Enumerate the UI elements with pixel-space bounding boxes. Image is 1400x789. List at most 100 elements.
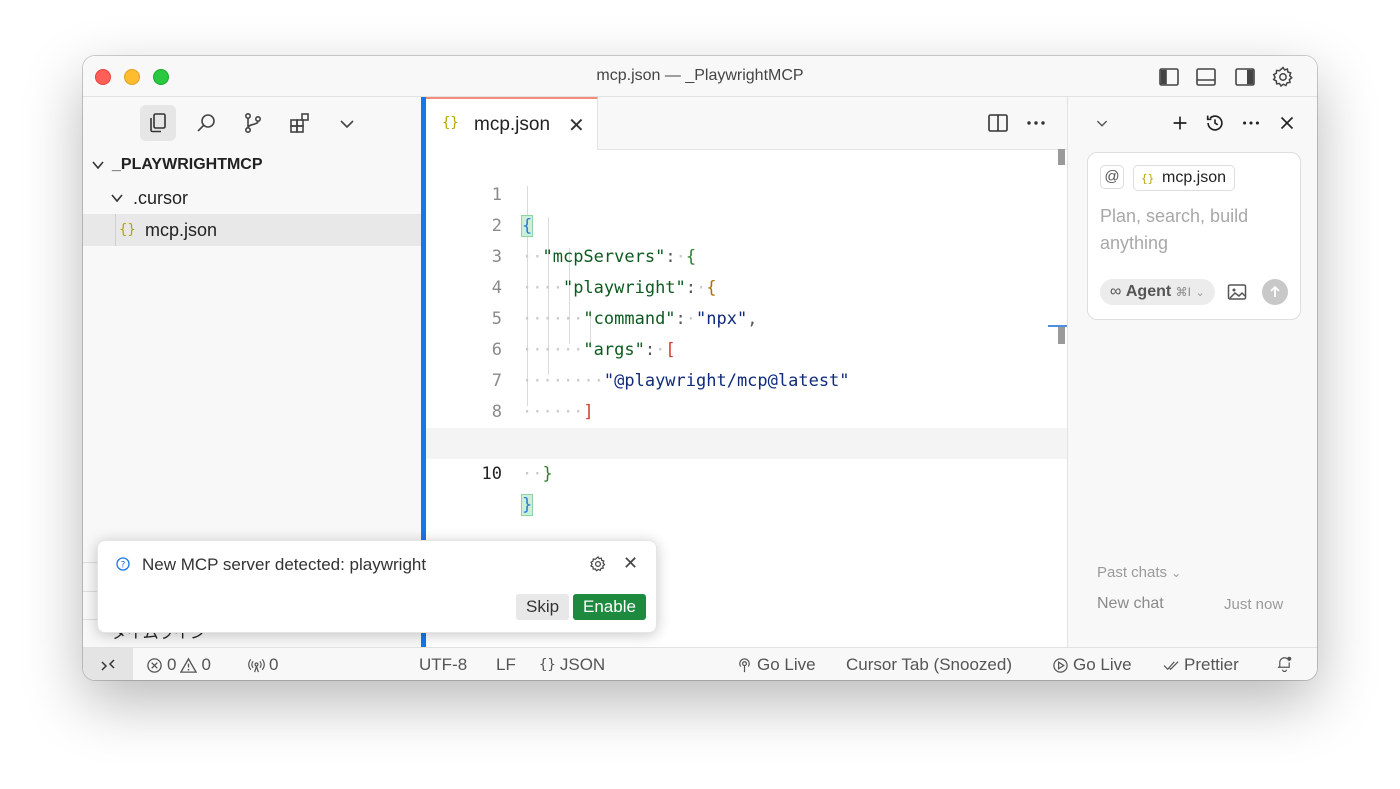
chat-close-icon[interactable] [1275,111,1299,135]
code-line: 6 ········"@playwright/mcp@latest" [426,304,1067,391]
infinity-icon: ∞ [1110,283,1122,300]
go-live-button-2[interactable]: Go Live [1052,655,1132,675]
play-circle-icon [1053,657,1068,673]
problems-indicator[interactable]: 0 0 [146,655,211,675]
json-file-icon: {} [119,222,136,238]
context-file-chip[interactable]: {} mcp.json [1133,165,1236,191]
tree-file-label: mcp.json [145,220,218,240]
agent-shortcut: ⌘I [1175,285,1191,299]
chat-panel: @ {} mcp.json Plan, search, build anythi… [1067,97,1317,647]
notification-close-icon[interactable]: ✕ [623,553,638,574]
window-title: mcp.json — _PlaywrightMCP [596,67,804,84]
code-line-current: 10 } [426,428,1067,516]
toggle-secondary-sidebar-icon[interactable] [1233,65,1257,89]
tree-folder-cursor[interactable]: .cursor [83,182,421,214]
code-line: 1 { [426,149,1067,237]
warning-icon [180,657,198,673]
ports-count: 0 [269,655,279,674]
chevron-down-icon [111,194,123,203]
source-control-icon[interactable] [235,105,271,141]
new-chat-plus-icon[interactable] [1168,111,1192,135]
code-line: 8 ····} [426,366,1067,453]
tab-close-icon[interactable]: ✕ [568,113,585,138]
language-mode-indicator[interactable]: {} JSON [539,655,605,675]
notification-message: New MCP server detected: playwright [142,555,427,574]
skip-button[interactable]: Skip [516,594,570,620]
info-icon: ? [116,557,130,571]
warning-count: 0 [201,655,211,674]
chevron-down-icon: ⌄ [1171,566,1182,580]
explorer-files-icon[interactable] [140,105,176,141]
token-brace: } [520,494,534,516]
arrow-up-icon [1270,285,1280,297]
bell-dot-icon [1277,656,1292,672]
scrollbar-marker [1058,327,1065,344]
code-line: 3 ····"playwright":·{ [426,211,1067,298]
token-brace: } [542,464,553,484]
language-label: JSON [559,655,606,674]
settings-gear-icon[interactable] [1271,65,1295,89]
mcp-notification-toast: ? New MCP server detected: playwright ✕ … [97,540,657,633]
broadcast-icon [739,657,750,672]
add-context-mention-button[interactable]: @ [1100,165,1124,189]
remote-indicator[interactable] [83,648,133,680]
enable-button[interactable]: Enable [573,594,646,620]
tree-file-mcp-json[interactable]: {} mcp.json [83,214,421,246]
json-file-icon: {} [442,115,459,131]
go-live-label: Go Live [1073,655,1132,674]
chat-collapse-chevron-icon[interactable] [1090,111,1114,135]
editor-tab-bar: {} mcp.json ✕ [426,97,1067,150]
encoding-indicator[interactable]: UTF-8 [419,655,467,675]
chat-input[interactable]: Plan, search, build anything [1100,203,1290,257]
tree-indent-guide [115,214,116,246]
json-language-icon: {} [539,657,556,673]
search-icon[interactable] [188,105,224,141]
broadcast-icon [248,658,265,672]
double-check-icon [1163,660,1179,670]
notification-settings-gear-icon[interactable] [589,555,607,573]
go-live-label: Go Live [757,655,816,674]
tree-root-label: _PLAYWRIGHTMCP [112,156,263,173]
status-bar: 0 0 0 UTF-8 LF {} JSON Go Live Cursor Ta… [83,647,1317,680]
toggle-primary-sidebar-icon[interactable] [1157,65,1181,89]
toggle-panel-icon[interactable] [1194,65,1218,89]
tree-root-playwrightmcp[interactable]: _PLAYWRIGHTMCP [83,149,421,181]
tab-label: mcp.json [474,114,551,135]
notifications-bell[interactable] [1276,655,1293,672]
prettier-indicator[interactable]: Prettier [1163,655,1239,675]
more-views-chevron-down-icon[interactable] [329,105,365,141]
line-number: 10 [481,464,502,484]
svg-text:?: ? [121,561,126,571]
eol-indicator[interactable]: LF [496,655,516,675]
prettier-label: Prettier [1184,655,1239,674]
go-live-button-1[interactable]: Go Live [736,655,816,675]
tree-folder-label: .cursor [133,188,189,208]
scrollbar-thumb[interactable] [1058,149,1065,165]
code-line: 4 ······"command":·"npx", [426,242,1067,329]
send-button[interactable] [1262,279,1288,305]
title-bar: mcp.json — _PlaywrightMCP [83,56,1317,97]
past-chat-item-time: Just now [1224,596,1284,613]
attach-image-icon[interactable] [1227,283,1247,301]
past-chats-label: Past chats [1097,564,1168,581]
code-line: 9 ··} [426,397,1067,484]
chat-history-icon[interactable] [1203,111,1227,135]
code-line: 5 ······"args":·[ [426,273,1067,360]
split-editor-icon[interactable] [986,111,1010,135]
code-line: 7 ······] [426,335,1067,422]
ports-indicator[interactable]: 0 [248,655,278,675]
more-actions-icon[interactable] [1024,111,1048,135]
agent-mode-label: Agent [1125,283,1172,300]
context-file-label: mcp.json [1162,169,1227,186]
code-line: 2 ··"mcpServers":·{ [426,180,1067,267]
past-chat-item-title[interactable]: New chat [1097,595,1164,613]
json-file-icon: {} [1141,172,1155,185]
past-chats-toggle[interactable]: Past chats ⌄ [1097,564,1181,581]
error-icon [147,657,162,673]
cursor-tab-indicator[interactable]: Cursor Tab (Snoozed) [846,655,1012,675]
error-count: 0 [167,655,177,674]
agent-mode-selector[interactable]: ∞ Agent ⌘I ⌄ [1100,279,1215,305]
extensions-icon[interactable] [282,105,318,141]
chat-more-icon[interactable] [1239,111,1263,135]
tab-mcp-json[interactable]: {} mcp.json ✕ [426,97,598,150]
